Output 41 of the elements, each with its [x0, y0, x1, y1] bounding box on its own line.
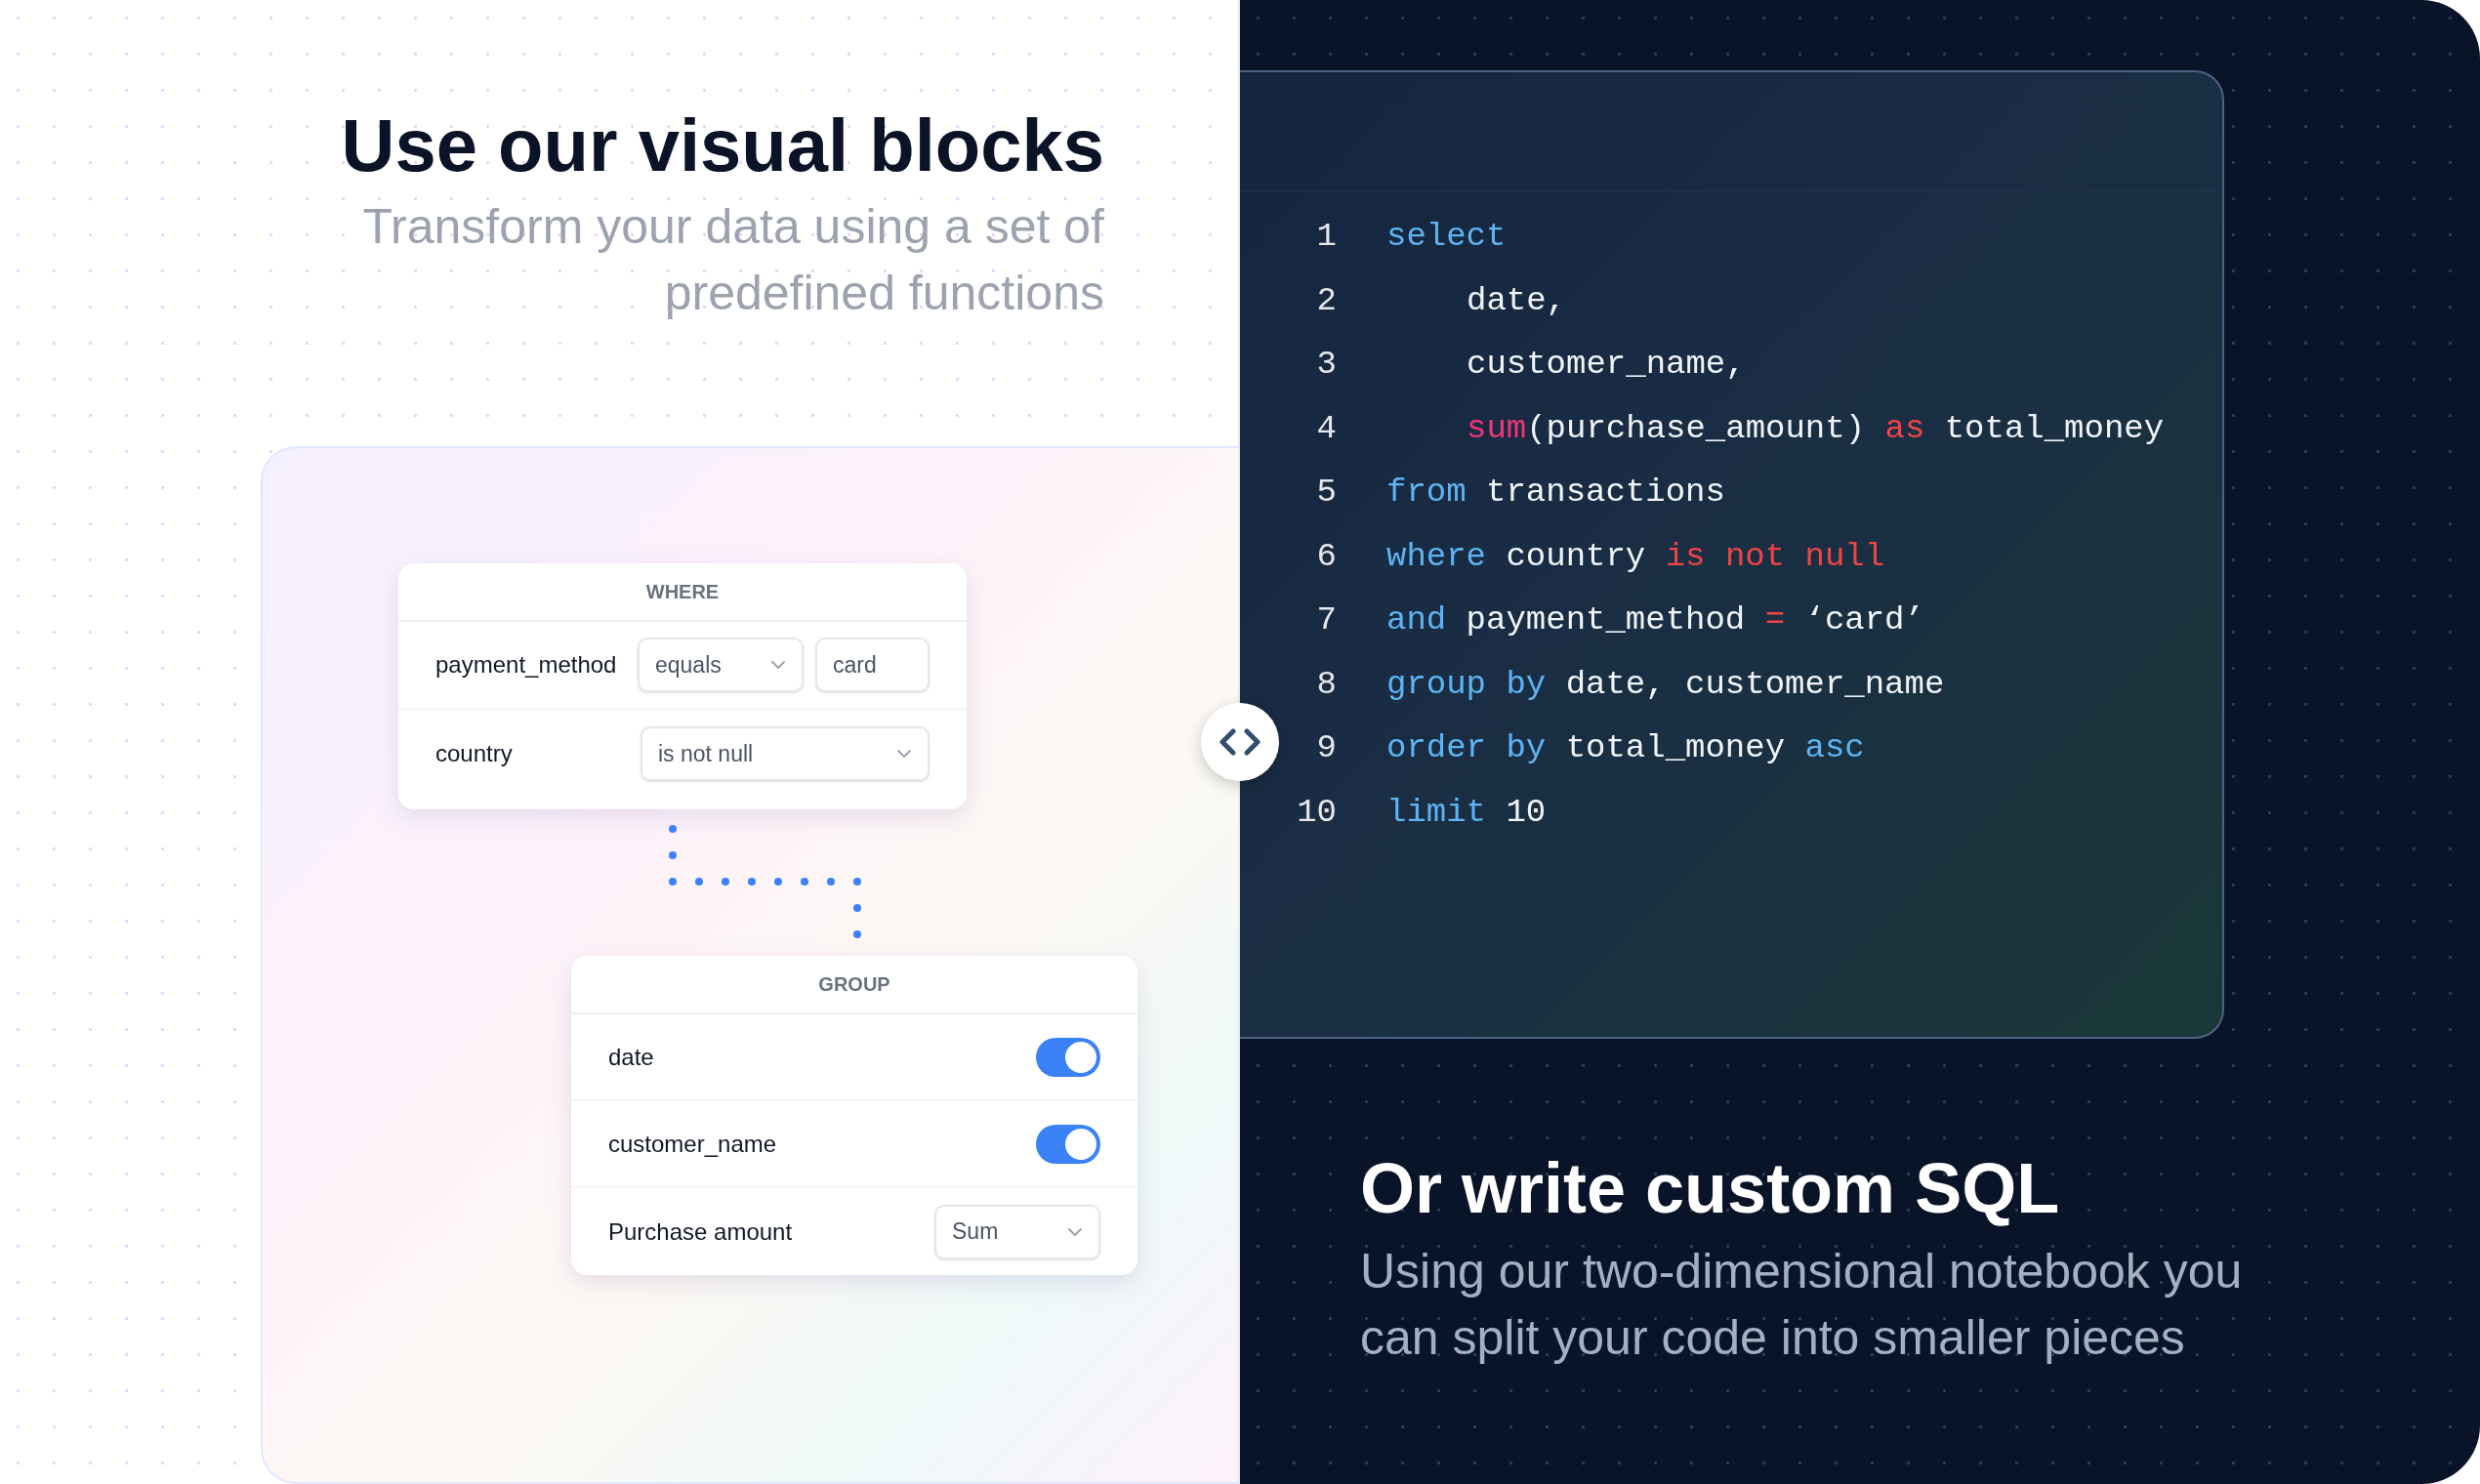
code-line: group by date, customer_name [1386, 664, 1945, 705]
field-label: date [608, 1042, 654, 1072]
toggle-switch[interactable] [1036, 1037, 1100, 1077]
line-number: 9 [1315, 728, 1337, 769]
chevron-down-icon [896, 749, 912, 759]
field-label: payment_method [435, 650, 618, 680]
dropdown[interactable]: is not null [641, 726, 930, 781]
toggle-switch[interactable] [1036, 1124, 1100, 1164]
line-number: 7 [1315, 600, 1337, 641]
dropdown[interactable]: equals [638, 638, 804, 692]
line-number: 8 [1315, 664, 1337, 705]
line-number: 4 [1315, 408, 1337, 449]
code-line: limit 10 [1386, 792, 1547, 833]
line-number: 5 [1315, 473, 1337, 514]
code-line: sum(purchase_amount) as total_money [1467, 408, 2165, 449]
dropdown[interactable]: Sum [934, 1204, 1100, 1259]
code-line: and payment_method = ‘card’ [1386, 600, 1924, 641]
code-line: order by total_money asc [1386, 728, 1865, 769]
field-label: customer_name [608, 1129, 777, 1159]
code-line: where country is not null [1386, 536, 1885, 577]
code-line: customer_name, [1467, 345, 1746, 386]
line-number: 6 [1315, 536, 1337, 577]
line-number: 10 [1296, 792, 1337, 833]
section-heading: Use our visual blocks [341, 103, 1104, 188]
code-line: date, [1467, 280, 1567, 321]
code-line: from transactions [1386, 473, 1725, 514]
code-line: select [1386, 217, 1507, 258]
section-subtitle: Using our two-dimensional notebook you can split your code into smaller pieces [1360, 1243, 2244, 1367]
line-number: 3 [1315, 345, 1337, 386]
section-heading: Or write custom SQL [1360, 1148, 2061, 1229]
value-field[interactable]: card [815, 638, 930, 692]
block-title: WHERE [645, 580, 720, 604]
section-subtitle: Transform your data using a set of predefined functions [361, 198, 1104, 322]
chevron-down-icon [770, 660, 786, 670]
line-number: 1 [1315, 217, 1337, 258]
field-label: country [435, 739, 514, 768]
chevron-down-icon [1067, 1226, 1083, 1237]
line-number: 2 [1315, 280, 1337, 321]
block-title: GROUP [818, 972, 890, 997]
field-label: Purchase amount [608, 1216, 793, 1247]
code-icon [1218, 727, 1262, 757]
